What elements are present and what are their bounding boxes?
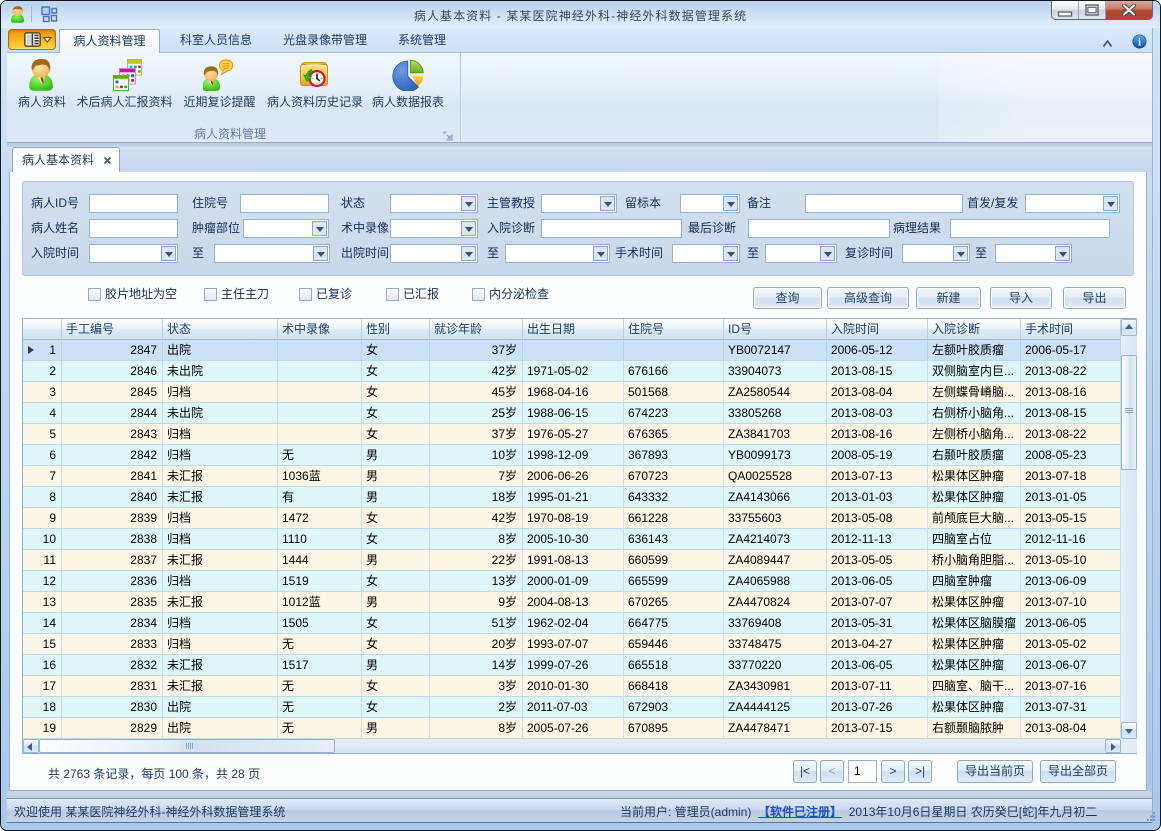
svg-text:i: i (1138, 37, 1141, 49)
